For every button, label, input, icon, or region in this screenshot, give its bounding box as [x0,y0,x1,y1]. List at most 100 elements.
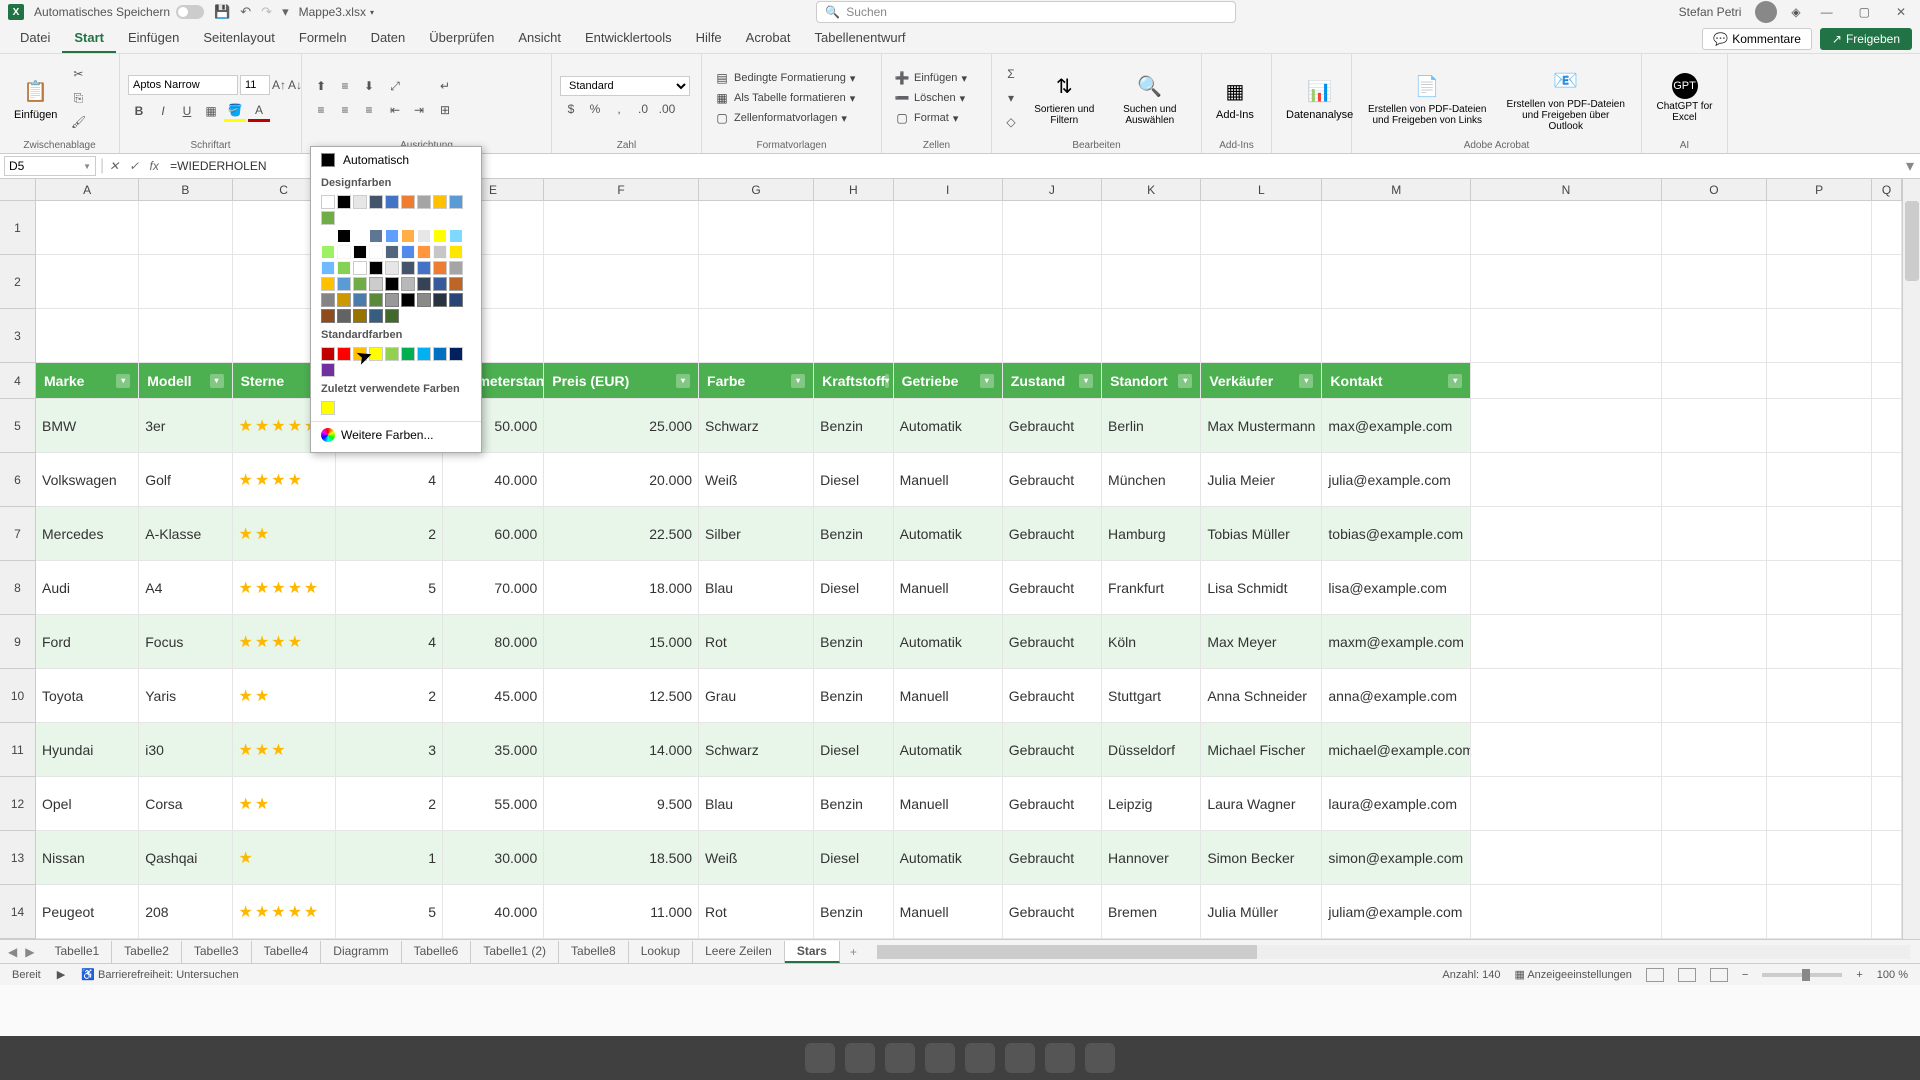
table-cell[interactable] [1471,507,1661,561]
table-cell[interactable]: ★★ [233,669,336,723]
table-cell[interactable]: 22.500 [544,507,699,561]
row-header[interactable]: 2 [0,255,35,309]
table-cell[interactable]: Automatik [894,831,1003,885]
table-cell[interactable]: Gebraucht [1003,453,1102,507]
color-swatch[interactable] [449,261,463,275]
table-cell[interactable]: ★★★★ [233,453,336,507]
table-cell[interactable]: Nissan [36,831,139,885]
table-cell[interactable]: Anna Schneider [1201,669,1322,723]
table-cell[interactable]: Blau [699,777,814,831]
color-swatch[interactable] [321,195,335,209]
menu-tab-entwicklertools[interactable]: Entwicklertools [573,24,684,53]
data-analysis-button[interactable]: 📊 Datenanalyse [1280,58,1359,138]
table-cell[interactable]: Stuttgart [1102,669,1201,723]
table-cell[interactable] [1767,561,1872,615]
table-cell[interactable] [1471,723,1661,777]
color-swatch[interactable] [449,195,463,209]
row-header[interactable]: 12 [0,777,35,831]
table-cell[interactable]: maxm@example.com [1322,615,1471,669]
table-cell[interactable] [1767,507,1872,561]
column-header[interactable]: A [36,179,139,200]
enter-formula-icon[interactable]: ✓ [124,159,144,173]
column-header[interactable]: L [1201,179,1322,200]
column-header[interactable]: N [1471,179,1662,200]
table-cell[interactable]: i30 [139,723,232,777]
table-cell[interactable]: ★★ [233,777,336,831]
table-cell[interactable] [1662,615,1767,669]
table-header[interactable]: Zustand▾ [1003,363,1102,399]
table-cell[interactable]: Gebraucht [1003,777,1102,831]
table-cell[interactable]: Qashqai [139,831,232,885]
table-cell[interactable]: 25.000 [544,399,699,453]
column-header[interactable]: G [699,179,814,200]
color-swatch[interactable] [401,245,415,259]
table-cell[interactable] [1471,561,1661,615]
table-cell[interactable]: ★★★ [233,723,336,777]
table-header[interactable]: Standort▾ [1102,363,1201,399]
merge-icon[interactable]: ⊞ [434,99,456,121]
align-bottom-icon[interactable]: ⬇ [358,75,380,97]
table-header[interactable]: Kontakt▾ [1322,363,1471,399]
color-swatch[interactable] [417,277,431,291]
table-cell[interactable]: Gebraucht [1003,507,1102,561]
table-cell[interactable]: ★★★★ [233,615,336,669]
column-header[interactable]: F [544,179,699,200]
color-swatch[interactable] [321,245,335,259]
tab-next-icon[interactable]: ▶ [25,945,34,959]
filter-icon[interactable]: ▾ [1178,374,1192,388]
column-header[interactable]: K [1102,179,1201,200]
task-icon[interactable] [925,1043,955,1073]
decrease-decimal-icon[interactable]: .00 [656,98,678,120]
table-cell[interactable]: Benzin [814,507,893,561]
toggle-icon[interactable] [176,5,204,19]
menu-tab-ansicht[interactable]: Ansicht [506,24,573,53]
table-cell[interactable]: 9.500 [544,777,699,831]
color-swatch[interactable] [449,229,463,243]
color-swatch[interactable] [353,195,367,209]
color-swatch[interactable] [337,195,351,209]
color-swatch[interactable] [385,277,399,291]
vertical-scrollbar[interactable] [1902,179,1920,939]
maximize-button[interactable]: ▢ [1853,5,1876,19]
sort-filter-button[interactable]: ⇅ Sortieren und Filtern [1026,58,1103,138]
align-top-icon[interactable]: ⬆ [310,75,332,97]
autosum-icon[interactable]: Σ [1000,63,1022,85]
color-swatch[interactable] [385,229,399,243]
paste-button[interactable]: 📋 Einfügen [8,58,63,138]
table-cell[interactable]: Gebraucht [1003,615,1102,669]
color-swatch[interactable] [449,245,463,259]
row-header[interactable]: 11 [0,723,35,777]
table-cell[interactable]: Rot [699,615,814,669]
table-cell[interactable]: BMW [36,399,139,453]
table-cell[interactable]: Hannover [1102,831,1201,885]
table-cell[interactable]: Gebraucht [1003,669,1102,723]
table-cell[interactable]: Lisa Schmidt [1201,561,1322,615]
row-header[interactable]: 13 [0,831,35,885]
page-layout-view-icon[interactable] [1678,968,1696,982]
table-cell[interactable]: Diesel [814,723,893,777]
table-cell[interactable] [1662,561,1767,615]
table-cell[interactable]: 70.000 [443,561,544,615]
color-swatch[interactable] [353,309,367,323]
table-cell[interactable] [1471,615,1661,669]
table-cell[interactable]: Focus [139,615,232,669]
color-swatch[interactable] [369,309,383,323]
table-cell[interactable] [1662,777,1767,831]
table-cell[interactable]: 35.000 [443,723,544,777]
display-settings[interactable]: ▦ Anzeigeeinstellungen [1514,968,1631,981]
table-cell[interactable] [1767,831,1872,885]
task-icon[interactable] [1005,1043,1035,1073]
table-cell[interactable]: 30.000 [443,831,544,885]
cell-styles-button[interactable]: ▢Zellenformatvorlagen ▾ [710,109,873,127]
color-swatch[interactable] [337,245,351,259]
table-cell[interactable]: Automatik [894,507,1003,561]
table-cell[interactable]: 3 [336,723,443,777]
cancel-formula-icon[interactable]: ✕ [104,159,124,173]
table-cell[interactable]: Grau [699,669,814,723]
table-cell[interactable] [1767,669,1872,723]
table-cell[interactable]: 18.000 [544,561,699,615]
more-colors-item[interactable]: Weitere Farben... [311,421,481,448]
format-cells-button[interactable]: ▢Format ▾ [890,109,983,127]
name-box[interactable]: D5▼ [4,156,96,176]
row-header[interactable]: 9 [0,615,35,669]
